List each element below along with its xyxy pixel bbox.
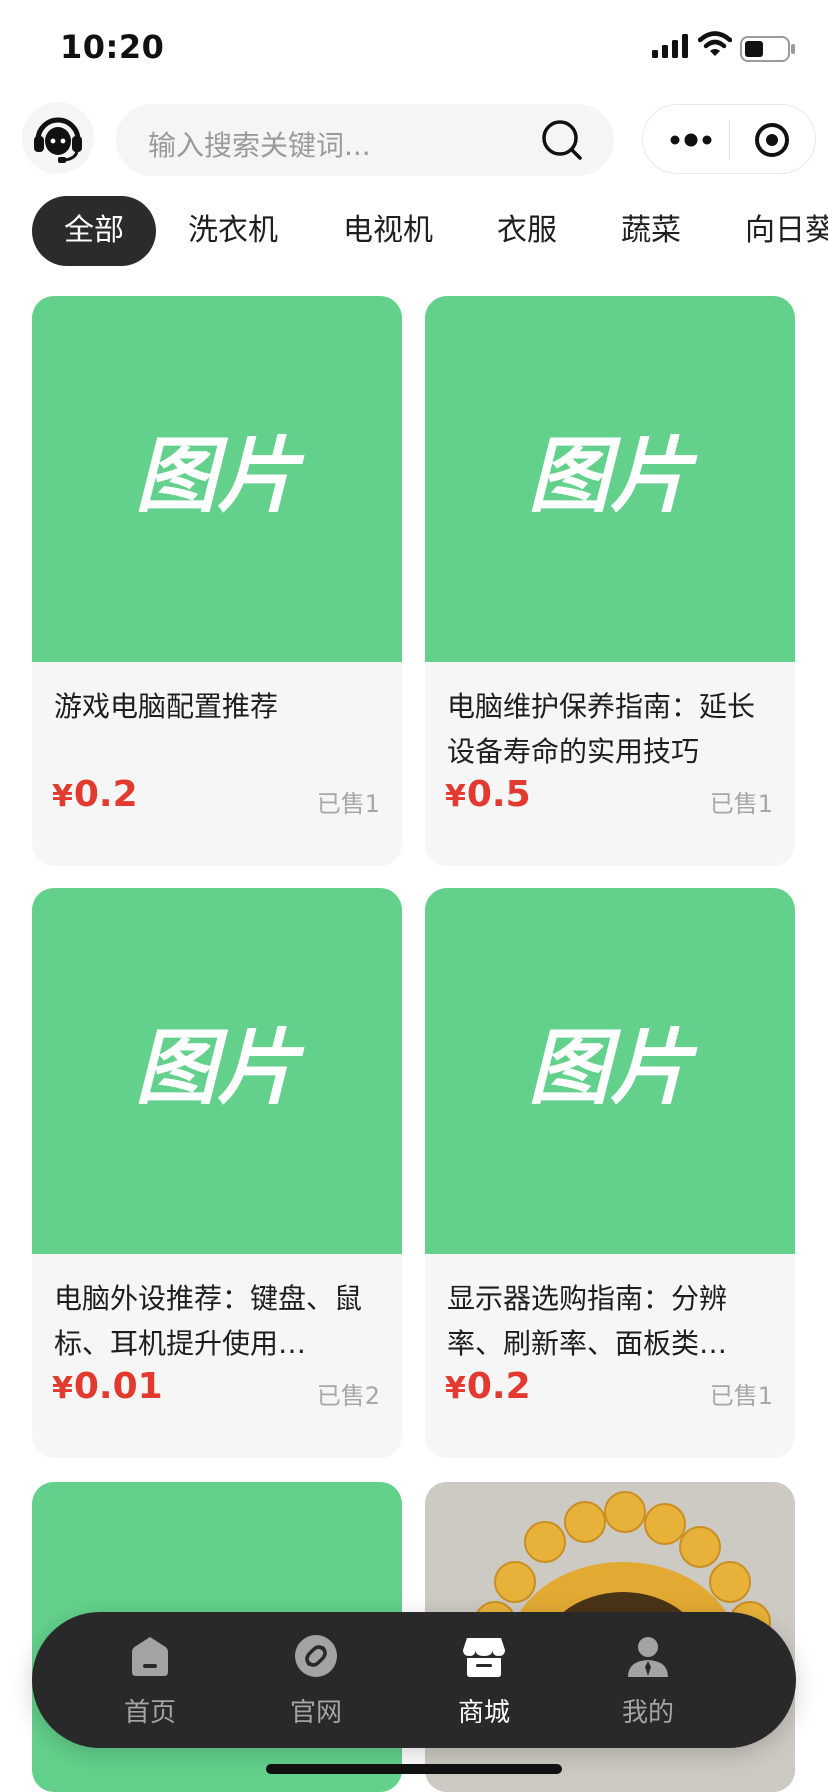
product-title: 游戏电脑配置推荐 (54, 690, 279, 723)
tab-all[interactable]: 全部 (32, 196, 156, 266)
image-placeholder-logo: 图片 (528, 434, 698, 514)
placeholder-text: 图片 (135, 1026, 305, 1106)
tab-sunflower[interactable]: 向日葵 (745, 196, 828, 266)
sold-count: 已售1 (316, 790, 380, 818)
headset-icon (34, 117, 82, 163)
placeholder-text: 图片 (528, 1026, 698, 1106)
tab-television[interactable]: 电视机 (343, 196, 433, 266)
search-placeholder: 输入搜索关键词... (148, 129, 371, 162)
product-card[interactable]: 图片 显示器选购指南：分辨率、刷新率、面板类… ¥0.2 已售1 (425, 888, 795, 1458)
placeholder-text: 图片 (528, 434, 698, 514)
customer-service-button[interactable] (22, 102, 94, 174)
nav-label-website: 官网 (289, 1698, 342, 1728)
placeholder-text: 图片 (135, 434, 305, 514)
product-title: 显示器选购指南：分辨率、刷新率、面板类… (447, 1282, 728, 1360)
nav-item-website[interactable]: 官网 (256, 1634, 376, 1734)
product-title: 电脑维护保养指南：延长设备寿命的实用技巧 (447, 690, 756, 768)
search-icon[interactable] (540, 118, 584, 162)
image-placeholder-logo: 图片 (135, 1026, 305, 1106)
sold-count: 已售2 (316, 1382, 380, 1410)
price-value: 0.01 (73, 1366, 163, 1407)
product-image: 图片 (32, 888, 402, 1254)
product-price: ¥0.2 (445, 1366, 531, 1407)
home-icon (132, 1637, 168, 1676)
sold-count: 已售1 (709, 1382, 773, 1410)
search-input[interactable]: 输入搜索关键词... (116, 104, 614, 176)
nav-label-home: 首页 (123, 1698, 176, 1728)
price-value: 0.2 (73, 774, 138, 815)
currency-symbol: ¥ (52, 779, 73, 814)
product-price: ¥0.2 (52, 774, 138, 815)
price-value: 0.2 (466, 1366, 531, 1407)
product-image: 图片 (32, 296, 402, 662)
wifi-icon (698, 31, 732, 56)
mini-program-capsule (642, 104, 816, 174)
product-card[interactable]: 图片 电脑维护保养指南：延长设备寿命的实用技巧 ¥0.5 已售1 (425, 296, 795, 866)
website-icon (295, 1635, 337, 1677)
nav-label-store: 商城 (457, 1698, 510, 1728)
product-card[interactable]: 图片 游戏电脑配置推荐 ¥0.2 已售1 (32, 296, 402, 866)
currency-symbol: ¥ (52, 1371, 73, 1406)
product-title: 电脑外设推荐：键盘、鼠标、耳机提升使用… (54, 1282, 363, 1360)
product-image: 图片 (425, 296, 795, 662)
nav-item-store[interactable]: 商城 (424, 1634, 544, 1734)
status-bar: 10:20 (0, 0, 828, 96)
nav-item-profile[interactable]: 我的 (588, 1634, 708, 1734)
category-tabs: 全部 洗衣机 电视机 衣服 蔬菜 向日葵 (0, 196, 828, 270)
profile-icon (628, 1637, 668, 1677)
product-price: ¥0.01 (52, 1366, 163, 1407)
close-mini-program-icon[interactable] (749, 117, 795, 163)
battery-icon (740, 36, 795, 62)
capsule-divider (729, 121, 730, 159)
currency-symbol: ¥ (445, 1371, 466, 1406)
tab-clothes[interactable]: 衣服 (497, 196, 557, 266)
nav-label-profile: 我的 (621, 1698, 674, 1728)
image-placeholder-logo: 图片 (528, 1026, 698, 1106)
product-price: ¥0.5 (445, 774, 531, 815)
tab-vegetables[interactable]: 蔬菜 (621, 196, 681, 266)
product-image: 图片 (425, 888, 795, 1254)
bottom-nav: 首页 官网 商城 我的 (32, 1612, 796, 1748)
home-indicator (266, 1764, 562, 1774)
nav-item-home[interactable]: 首页 (90, 1634, 210, 1734)
price-value: 0.5 (466, 774, 531, 815)
tab-washing-machine[interactable]: 洗衣机 (188, 196, 278, 266)
product-card[interactable]: 图片 电脑外设推荐：键盘、鼠标、耳机提升使用… ¥0.01 已售2 (32, 888, 402, 1458)
sold-count: 已售1 (709, 790, 773, 818)
currency-symbol: ¥ (445, 779, 466, 814)
image-placeholder-logo: 图片 (135, 434, 305, 514)
store-icon (463, 1638, 505, 1677)
cellular-signal-icon (652, 34, 688, 58)
more-options-icon[interactable] (665, 125, 721, 155)
status-time: 10:20 (60, 28, 165, 66)
